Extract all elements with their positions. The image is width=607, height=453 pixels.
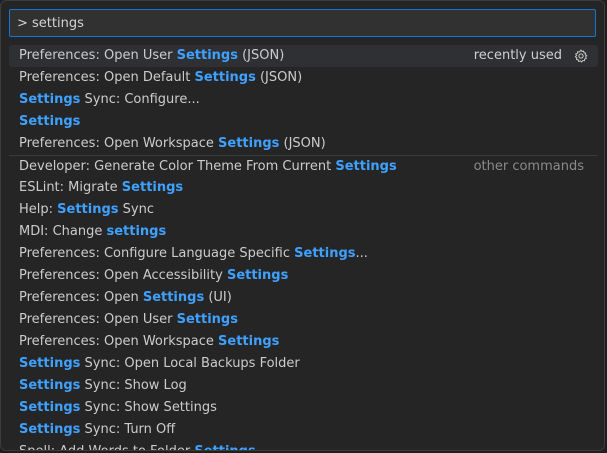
gear-icon[interactable] <box>574 49 588 63</box>
list-item[interactable]: Settings Sync: Show Log <box>9 375 598 397</box>
item-text-before: MDI: Change <box>19 224 107 239</box>
scrollbar[interactable] <box>597 45 603 450</box>
item-match-highlight: Settings <box>218 334 280 349</box>
list-item[interactable]: Settings Sync: Show Settings <box>9 397 598 419</box>
list-item[interactable]: Preferences: Open Settings (UI) <box>9 287 598 309</box>
item-text-before: Preferences: Open <box>19 290 143 305</box>
item-match-highlight: Settings <box>218 136 280 151</box>
item-text-before: Help: <box>19 202 58 217</box>
item-text-before: Spell: Add Words to Folder <box>19 444 194 450</box>
item-match-highlight: settings <box>106 224 167 239</box>
item-text-after: (JSON) <box>255 70 303 85</box>
list-item[interactable]: Settings Sync: Turn Off <box>9 419 598 441</box>
item-match-highlight: Settings <box>194 444 255 450</box>
list-item[interactable]: MDI: Change settings <box>9 221 598 243</box>
list-item[interactable]: Preferences: Open Workspace Settings <box>9 331 598 353</box>
item-text-before: Preferences: Open Default <box>19 70 195 85</box>
item-match-highlight: Settings <box>176 312 238 327</box>
item-text-before: Preferences: Open Accessibility <box>19 268 227 283</box>
list-item[interactable]: Settings Sync: Configure... <box>9 89 598 111</box>
command-list: Preferences: Open User Settings (JSON) re… <box>9 45 598 450</box>
item-match-highlight: Settings <box>19 114 81 129</box>
list-item[interactable]: ESLint: Migrate Settings <box>9 177 598 199</box>
item-text-after: Sync <box>118 202 154 217</box>
item-text-after: Sync: Turn Off <box>80 422 176 437</box>
item-text-after: Sync: Open Local Backups Folder <box>80 356 300 371</box>
list-item[interactable]: Developer: Generate Color Theme From Cur… <box>9 155 598 177</box>
list-item[interactable]: Preferences: Configure Language Specific… <box>9 243 598 265</box>
item-match-highlight: Settings <box>194 70 256 85</box>
item-text-before: Preferences: Open User <box>19 312 177 327</box>
item-text-after: (JSON) <box>279 136 326 151</box>
list-item[interactable]: Settings Sync: Open Local Backups Folder <box>9 353 598 375</box>
search-input[interactable] <box>10 10 595 36</box>
item-text-before: Developer: Generate Color Theme From Cur… <box>19 159 336 174</box>
command-palette: Preferences: Open User Settings (JSON) re… <box>0 0 605 451</box>
item-match-highlight: Settings <box>121 180 184 195</box>
item-match-highlight: Settings <box>335 159 397 174</box>
item-match-highlight: Settings <box>294 246 356 261</box>
item-text-before: Preferences: Open User <box>19 48 177 63</box>
item-text-before: Preferences: Configure Language Specific <box>19 246 295 261</box>
list-item[interactable]: Preferences: Open User Settings (JSON) re… <box>9 45 598 67</box>
item-text-after: Sync: Show Log <box>80 378 187 393</box>
list-item[interactable]: Help: Settings Sync <box>9 199 598 221</box>
list-item[interactable]: Preferences: Open User Settings <box>9 309 598 331</box>
item-text-before: Preferences: Open Workspace <box>19 334 219 349</box>
item-text-before: ESLint: Migrate <box>19 180 122 195</box>
item-match-highlight: Settings <box>19 356 81 371</box>
item-match-highlight: Settings <box>19 400 81 415</box>
list-item[interactable]: Settings <box>9 111 598 133</box>
item-match-highlight: Settings <box>176 48 238 63</box>
item-match-highlight: Settings <box>19 422 81 437</box>
list-item[interactable]: Preferences: Open Default Settings (JSON… <box>9 67 598 89</box>
item-match-highlight: Settings <box>226 268 289 283</box>
item-text-before: Preferences: Open Workspace <box>19 136 219 151</box>
item-text-after: ... <box>355 246 368 261</box>
item-text-after: Sync: Configure... <box>80 92 200 107</box>
other-commands-label: other commands <box>473 159 584 174</box>
search-box[interactable] <box>9 9 596 37</box>
item-match-highlight: Settings <box>19 378 81 393</box>
item-match-highlight: Settings <box>142 290 205 305</box>
list-item[interactable]: Preferences: Open Workspace Settings (JS… <box>9 133 598 155</box>
item-match-highlight: Settings <box>57 202 119 217</box>
item-match-highlight: Settings <box>19 92 81 107</box>
list-item[interactable]: Preferences: Open Accessibility Settings <box>9 265 598 287</box>
recently-used-label: recently used <box>473 48 562 63</box>
item-text-after: Sync: Show Settings <box>80 400 217 415</box>
item-text-after: (JSON) <box>237 48 285 63</box>
item-text-after: (UI) <box>204 290 232 305</box>
list-item[interactable]: Spell: Add Words to Folder Settings <box>9 441 598 450</box>
